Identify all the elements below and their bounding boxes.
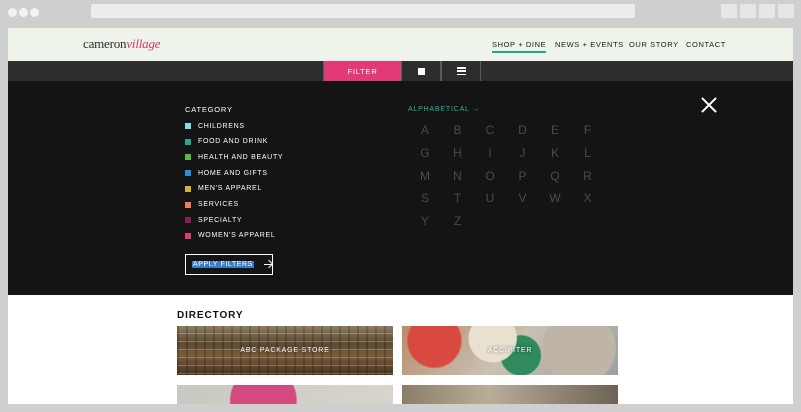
window-dot-maximize[interactable] xyxy=(30,8,39,17)
arrow-right-icon xyxy=(263,264,272,265)
letter-x[interactable]: X xyxy=(580,191,596,205)
category-item[interactable]: WOMEN'S APPAREL xyxy=(185,231,275,241)
nav-shop-dine[interactable]: SHOP + DINE xyxy=(492,40,547,53)
letter-c[interactable]: C xyxy=(482,123,498,137)
filter-bar: FILTER xyxy=(8,61,793,81)
category-item[interactable]: SPECIALTY xyxy=(185,215,242,225)
letter-o[interactable]: O xyxy=(482,169,498,183)
letter-g[interactable]: G xyxy=(417,146,433,160)
category-swatch xyxy=(185,154,191,161)
filter-panel: CATEGORY CHILDRENS FOOD AND DRINK HEALTH A… xyxy=(8,81,793,295)
grid-view-button[interactable] xyxy=(401,61,441,81)
letter-y[interactable]: Y xyxy=(417,214,433,228)
nav-contact[interactable]: CONTACT xyxy=(686,40,726,49)
letter-q[interactable]: Q xyxy=(547,169,563,183)
letter-r[interactable]: R xyxy=(580,169,596,183)
letter-h[interactable]: H xyxy=(450,146,466,160)
letter-z[interactable]: Z xyxy=(450,214,466,228)
letter-l[interactable]: L xyxy=(580,146,596,160)
category-label: SERVICES xyxy=(198,201,239,208)
browser-button-2[interactable] xyxy=(740,4,756,18)
directory-card-abc-package-store[interactable]: ABC PACKAGE STORE xyxy=(177,326,393,375)
letter-w[interactable]: W xyxy=(547,191,563,205)
letter-s[interactable]: S xyxy=(417,191,433,205)
category-swatch xyxy=(185,232,191,239)
letter-v[interactable]: V xyxy=(515,191,531,205)
alphabetical-link[interactable]: ALPHABETICAL → xyxy=(408,106,480,113)
filter-button[interactable]: FILTER xyxy=(323,61,401,81)
browser-button-4[interactable] xyxy=(778,4,794,18)
category-label: FOOD AND DRINK xyxy=(198,138,269,146)
site-logo[interactable]: cameronvillage xyxy=(83,36,161,52)
logo-part-1: cameron xyxy=(83,36,127,51)
letter-t[interactable]: T xyxy=(450,191,466,205)
category-label: WOMEN'S APPAREL xyxy=(198,232,276,240)
category-swatch xyxy=(185,217,191,224)
category-swatch xyxy=(185,201,191,208)
category-label: HOME AND GIFTS xyxy=(198,169,268,177)
letter-k[interactable]: K xyxy=(547,146,563,160)
page-viewport: cameronvillage SHOP + DINE NEWS + EVENTS… xyxy=(8,28,793,404)
directory-card-accipiter[interactable]: ACCIPITER xyxy=(402,326,618,375)
directory-card-image[interactable] xyxy=(402,385,618,404)
apply-filters-label: APPLY FILTERS xyxy=(192,261,254,268)
directory-card-image[interactable] xyxy=(177,385,393,404)
letter-m[interactable]: M xyxy=(417,169,433,183)
category-title: CATEGORY xyxy=(185,105,233,114)
letter-b[interactable]: B xyxy=(450,123,466,137)
letter-f[interactable]: F xyxy=(580,123,596,137)
category-item[interactable]: FOOD AND DRINK xyxy=(185,137,268,147)
browser-chrome xyxy=(0,0,801,28)
category-item[interactable]: HOME AND GIFTS xyxy=(185,168,268,178)
letter-u[interactable]: U xyxy=(482,191,498,205)
address-bar[interactable] xyxy=(91,4,635,18)
apply-filters-button[interactable]: APPLY FILTERS xyxy=(185,254,273,275)
letter-d[interactable]: D xyxy=(515,123,531,137)
letter-p[interactable]: P xyxy=(515,169,531,183)
card-label: ABC PACKAGE STORE xyxy=(240,347,330,354)
nav-news-events[interactable]: NEWS + EVENTS xyxy=(555,40,624,49)
letter-n[interactable]: N xyxy=(450,169,466,183)
category-label: CHILDRENS xyxy=(198,122,245,130)
letter-a[interactable]: A xyxy=(417,123,433,137)
site-header: cameronvillage SHOP + DINE NEWS + EVENTS… xyxy=(8,28,793,61)
filter-button-label: FILTER xyxy=(347,66,378,76)
category-item[interactable]: CHILDRENS xyxy=(185,121,245,131)
letter-i[interactable]: I xyxy=(482,146,498,160)
category-swatch xyxy=(185,170,191,177)
category-label: SPECIALTY xyxy=(198,216,243,224)
window-dot-close[interactable] xyxy=(8,8,17,17)
letter-e[interactable]: E xyxy=(547,123,563,137)
category-item[interactable]: HEALTH AND BEAUTY xyxy=(185,152,283,162)
letter-j[interactable]: J xyxy=(515,146,531,160)
nav-our-story[interactable]: OUR STORY xyxy=(629,40,679,49)
list-lines-icon xyxy=(456,67,466,75)
card-label: ACCIPITER xyxy=(487,347,533,354)
grid-square-icon xyxy=(417,67,425,75)
browser-button-1[interactable] xyxy=(721,4,737,18)
category-swatch xyxy=(185,138,191,145)
category-swatch xyxy=(185,185,191,192)
directory-title: DIRECTORY xyxy=(177,310,244,321)
category-label: MEN'S APPAREL xyxy=(198,185,262,193)
category-item[interactable]: MEN'S APPAREL xyxy=(185,184,262,194)
window-dot-minimize[interactable] xyxy=(19,8,28,17)
category-swatch xyxy=(185,123,191,129)
category-label: HEALTH AND BEAUTY xyxy=(198,153,284,161)
close-x-icon[interactable] xyxy=(701,97,717,113)
category-item[interactable]: SERVICES xyxy=(185,200,239,210)
list-view-button[interactable] xyxy=(441,61,481,81)
browser-button-3[interactable] xyxy=(759,4,775,18)
logo-part-2: village xyxy=(126,36,161,51)
